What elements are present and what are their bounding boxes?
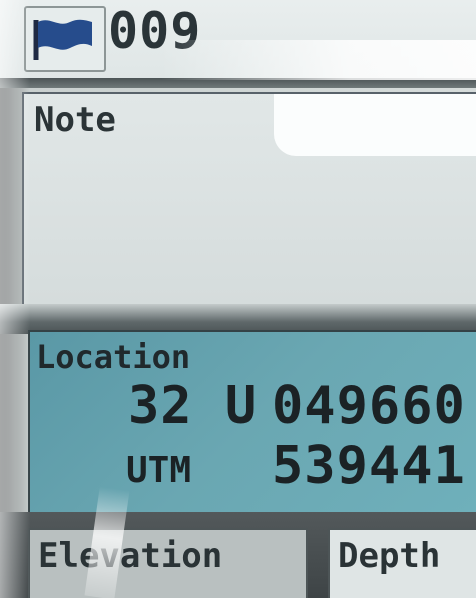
elevation-field[interactable]: Elevation [28, 528, 308, 598]
waypoint-header: 009 [0, 0, 476, 80]
utm-zone: 32 U [128, 376, 258, 436]
waypoint-symbol-button[interactable] [24, 6, 106, 72]
flag-icon [33, 19, 92, 60]
position-format: UTM [126, 450, 192, 491]
location-field[interactable]: Location 32 U 049660 UTM 539441 [28, 330, 476, 514]
gps-screen: 009 Note Location 32 U 049660 UTM 539441… [0, 0, 476, 598]
utm-easting: 049660 [272, 376, 466, 436]
depth-label: Depth [338, 536, 441, 576]
elevation-label: Elevation [38, 536, 223, 576]
location-label: Location [36, 338, 191, 376]
waypoint-name[interactable]: 009 [108, 2, 201, 60]
note-field[interactable]: Note [22, 92, 476, 304]
screen-glare [274, 94, 476, 156]
utm-northing: 539441 [272, 436, 466, 496]
note-label: Note [34, 100, 116, 140]
depth-field[interactable]: Depth [328, 528, 476, 598]
header-divider [0, 78, 476, 88]
